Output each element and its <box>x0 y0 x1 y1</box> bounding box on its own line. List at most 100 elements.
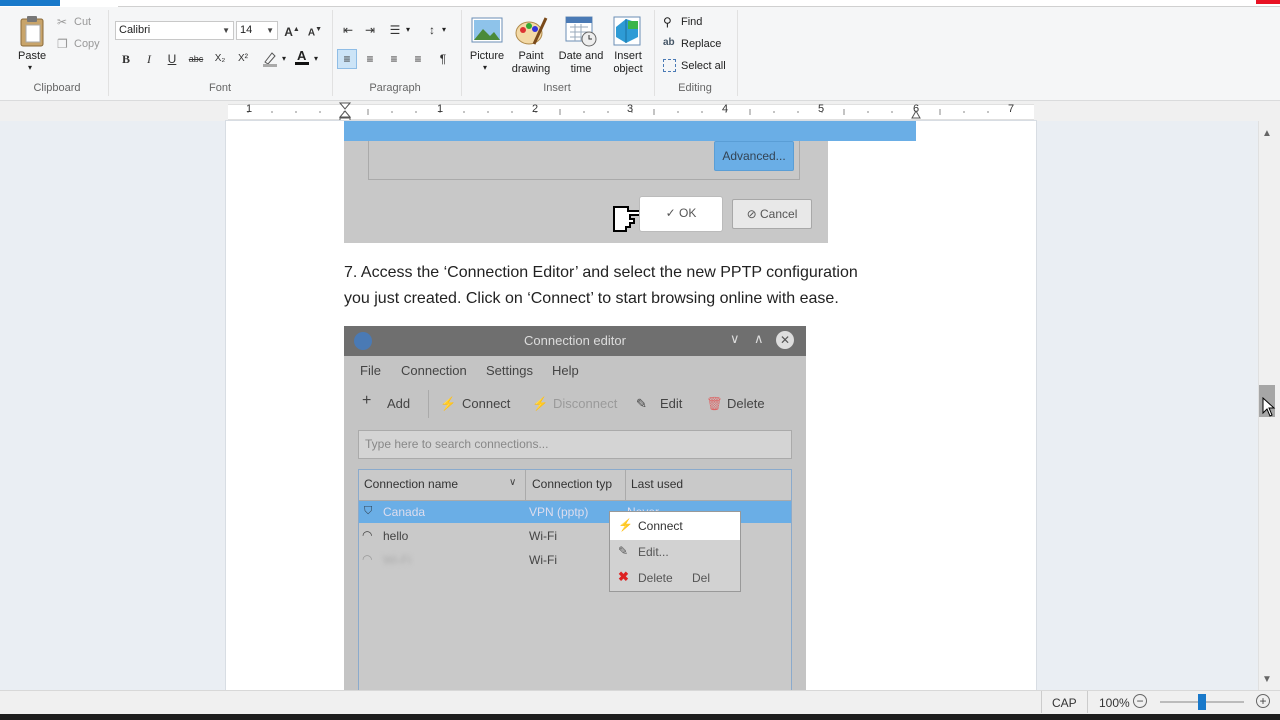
insert-picture-button[interactable]: Picture <box>464 50 510 63</box>
paragraph-settings-icon[interactable]: ¶ <box>433 49 453 69</box>
chevron-down-icon[interactable]: ▾ <box>442 25 446 34</box>
embedded-screenshot-dialog[interactable]: Advanced... ✓ OK ⊘ Cancel <box>344 121 916 243</box>
column-divider <box>625 470 626 500</box>
menu-settings[interactable]: Settings <box>486 363 533 378</box>
shrink-font-icon[interactable]: A▼ <box>305 20 325 40</box>
date-time-label-1: Date and <box>558 50 604 62</box>
scroll-up-icon[interactable]: ▲ <box>1262 128 1272 139</box>
chevron-down-icon[interactable]: ▾ <box>314 54 318 63</box>
justify-icon[interactable]: ≡ <box>408 49 428 69</box>
menu-file[interactable]: File <box>360 363 381 378</box>
highlight-color-icon[interactable] <box>260 49 280 69</box>
text-color-icon[interactable]: A <box>292 47 312 67</box>
paragraph-line: you just created. Click on ‘Connect’ to … <box>344 290 839 307</box>
status-separator <box>1041 691 1042 713</box>
file-tab[interactable] <box>0 0 60 6</box>
bullets-icon[interactable]: ☰ <box>385 20 405 40</box>
strikethrough-button[interactable]: abc <box>186 49 206 69</box>
context-menu-item-edit[interactable]: Edit... <box>638 545 669 559</box>
decrease-indent-icon[interactable]: ⇤ <box>338 20 358 40</box>
maximize-icon[interactable]: ∧ <box>754 331 764 347</box>
connect-button[interactable]: Connect <box>462 396 510 411</box>
right-indent-marker[interactable] <box>911 109 921 120</box>
grow-font-icon[interactable]: A▲ <box>282 20 302 40</box>
align-center-icon[interactable]: ≡ <box>360 49 380 69</box>
ruler-number: 4 <box>722 103 729 115</box>
zoom-out-icon[interactable]: − <box>1133 694 1147 708</box>
find-button[interactable]: Find <box>681 16 702 28</box>
search-connections-input[interactable]: Type here to search connections... <box>358 430 792 459</box>
delete-button[interactable]: Delete <box>727 396 765 411</box>
close-window-button[interactable] <box>1256 0 1280 4</box>
copy-button[interactable]: Copy <box>74 38 100 50</box>
select-all-button[interactable]: Select all <box>681 60 726 72</box>
paste-button[interactable]: Paste <box>18 50 46 62</box>
group-separator <box>108 10 109 96</box>
sort-chevron-icon: ∨ <box>509 477 517 488</box>
checkmark-icon: ✓ <box>665 206 676 220</box>
chevron-down-icon[interactable]: ▾ <box>406 25 410 34</box>
status-separator <box>1087 691 1088 713</box>
row-type: VPN (pptp) <box>529 505 589 519</box>
insert-object-icon[interactable] <box>612 15 644 47</box>
replace-button[interactable]: Replace <box>681 38 721 50</box>
align-left-icon[interactable]: ≡ <box>337 49 357 69</box>
trash-icon: 🗑 <box>706 396 723 411</box>
paint-drawing-icon[interactable] <box>514 14 548 48</box>
column-last-used[interactable]: Last used <box>631 477 683 491</box>
align-right-icon[interactable]: ≡ <box>384 49 404 69</box>
edit-button[interactable]: Edit <box>660 396 682 411</box>
embedded-screenshot-connection-editor[interactable]: Connection editor ∨ ∧ ✕ File Connection … <box>344 326 806 690</box>
column-connection-name[interactable]: Connection name <box>364 477 458 491</box>
shield-icon: ⛉ <box>364 505 373 517</box>
ok-label: OK <box>679 206 697 220</box>
paste-icon[interactable] <box>18 14 46 48</box>
toolbar-separator <box>428 390 429 418</box>
minimize-icon[interactable]: ∨ <box>730 331 740 347</box>
menu-connection[interactable]: Connection <box>401 363 467 378</box>
bold-button[interactable]: B <box>116 49 136 69</box>
paint-drawing-button[interactable]: Paint drawing <box>506 50 556 76</box>
font-family-select[interactable]: Calibri ▼ <box>115 21 234 40</box>
copy-icon: ❐ <box>57 37 68 51</box>
plus-icon: + <box>362 392 372 409</box>
underline-button[interactable]: U <box>162 49 182 69</box>
menu-help[interactable]: Help <box>552 363 579 378</box>
mouse-cursor-icon <box>1262 396 1276 417</box>
row-type: Wi-Fi <box>529 529 557 543</box>
ok-button[interactable]: ✓ OK <box>640 197 722 231</box>
row-name: Canada <box>383 505 426 519</box>
subscript-button[interactable]: X₂ <box>210 49 230 69</box>
date-time-button[interactable]: Date and time <box>554 50 608 76</box>
insert-object-button[interactable]: Insert object <box>604 50 652 76</box>
increase-indent-icon[interactable]: ⇥ <box>360 20 380 40</box>
cancel-button[interactable]: ⊘ Cancel <box>732 199 812 229</box>
group-separator <box>332 10 333 96</box>
line-spacing-icon[interactable]: ↕ <box>422 20 442 40</box>
replace-icon: ab <box>663 37 675 48</box>
picture-icon[interactable] <box>471 15 503 47</box>
italic-button[interactable]: I <box>139 49 159 69</box>
paste-dropdown-icon[interactable]: ▾ <box>28 63 32 72</box>
group-separator <box>737 10 738 96</box>
status-bar <box>0 690 1280 717</box>
zoom-in-icon[interactable]: + <box>1256 694 1270 708</box>
calendar-clock-icon[interactable] <box>564 15 598 47</box>
chevron-down-icon[interactable]: ▾ <box>282 54 286 63</box>
red-x-icon: ✖ <box>618 569 629 584</box>
plug-icon: ⚡ <box>618 518 633 532</box>
chevron-down-icon[interactable]: ▾ <box>483 63 487 72</box>
disconnect-button[interactable]: Disconnect <box>553 396 617 411</box>
scroll-down-icon[interactable]: ▼ <box>1262 674 1272 685</box>
add-button[interactable]: Add <box>387 396 410 411</box>
close-icon[interactable]: ✕ <box>776 331 794 349</box>
caps-lock-indicator: CAP <box>1052 696 1077 710</box>
column-connection-type[interactable]: Connection typ <box>532 477 612 491</box>
advanced-button[interactable]: Advanced... <box>714 141 794 171</box>
superscript-button[interactable]: X² <box>233 49 253 69</box>
context-menu-item-delete[interactable]: Delete <box>638 571 673 585</box>
zoom-slider-thumb[interactable] <box>1198 694 1206 710</box>
cancel-icon: ⊘ <box>746 207 757 221</box>
cut-button[interactable]: Cut <box>74 16 91 28</box>
font-size-select[interactable]: 14 ▼ <box>236 21 278 40</box>
